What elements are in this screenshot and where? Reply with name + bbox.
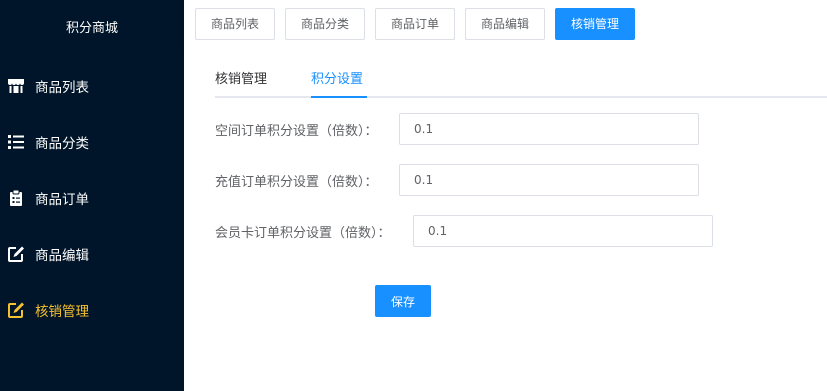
sidebar-item-product-list[interactable]: 商品列表 <box>0 66 184 106</box>
sidebar-item-product-edit[interactable]: 商品编辑 <box>0 234 184 274</box>
sidebar-item-label: 商品订单 <box>35 192 89 208</box>
tab-product-list[interactable]: 商品列表 <box>195 8 275 40</box>
tab-product-category[interactable]: 商品分类 <box>285 8 365 40</box>
tab-product-orders[interactable]: 商品订单 <box>375 8 455 40</box>
subtab-verification[interactable]: 核销管理 <box>215 70 267 90</box>
sub-tab-bar: 核销管理 积分设置 <box>215 66 827 98</box>
edit-icon <box>6 244 26 264</box>
sidebar-item-verification[interactable]: 核销管理 <box>0 290 184 330</box>
save-button[interactable]: 保存 <box>375 285 431 317</box>
recharge-order-points-label: 充值订单积分设置（倍数）： <box>215 174 378 190</box>
membership-order-points-input[interactable] <box>413 215 713 247</box>
sidebar-item-product-category[interactable]: 商品分类 <box>0 122 184 162</box>
subtab-points-settings[interactable]: 积分设置 <box>311 70 363 90</box>
tab-product-edit[interactable]: 商品编辑 <box>465 8 545 40</box>
sidebar-item-label: 商品列表 <box>35 80 89 96</box>
sidebar-item-product-orders[interactable]: 商品订单 <box>0 178 184 218</box>
recharge-order-points-input[interactable] <box>399 164 699 196</box>
main-content: 核销管理 积分设置 空间订单积分设置（倍数）： 充值订单积分设置（倍数）： 会员… <box>184 48 827 391</box>
subtab-active-indicator <box>311 96 367 98</box>
space-order-points-label: 空间订单积分设置（倍数）： <box>215 123 378 139</box>
form-row-membership-order: 会员卡订单积分设置（倍数）： <box>215 215 391 247</box>
edit-icon <box>6 300 26 320</box>
sidebar-item-label: 商品编辑 <box>35 248 89 264</box>
list-icon <box>6 132 26 152</box>
sidebar-item-label: 商品分类 <box>35 136 89 152</box>
space-order-points-input[interactable] <box>399 113 699 145</box>
sidebar: 积分商城 商品列表 商品分类 商品订单 商品编辑 核销管理 <box>0 0 184 391</box>
top-tab-bar: 商品列表 商品分类 商品订单 商品编辑 核销管理 <box>184 0 827 48</box>
membership-order-points-label: 会员卡订单积分设置（倍数）： <box>215 225 391 241</box>
form-row-recharge-order: 充值订单积分设置（倍数）： <box>215 164 378 196</box>
sidebar-item-label: 核销管理 <box>35 304 89 320</box>
store-icon <box>6 76 26 96</box>
clipboard-icon <box>6 188 26 208</box>
form-row-space-order: 空间订单积分设置（倍数）： <box>215 113 378 145</box>
tab-verification[interactable]: 核销管理 <box>555 8 635 40</box>
sidebar-title: 积分商城 <box>65 21 118 36</box>
